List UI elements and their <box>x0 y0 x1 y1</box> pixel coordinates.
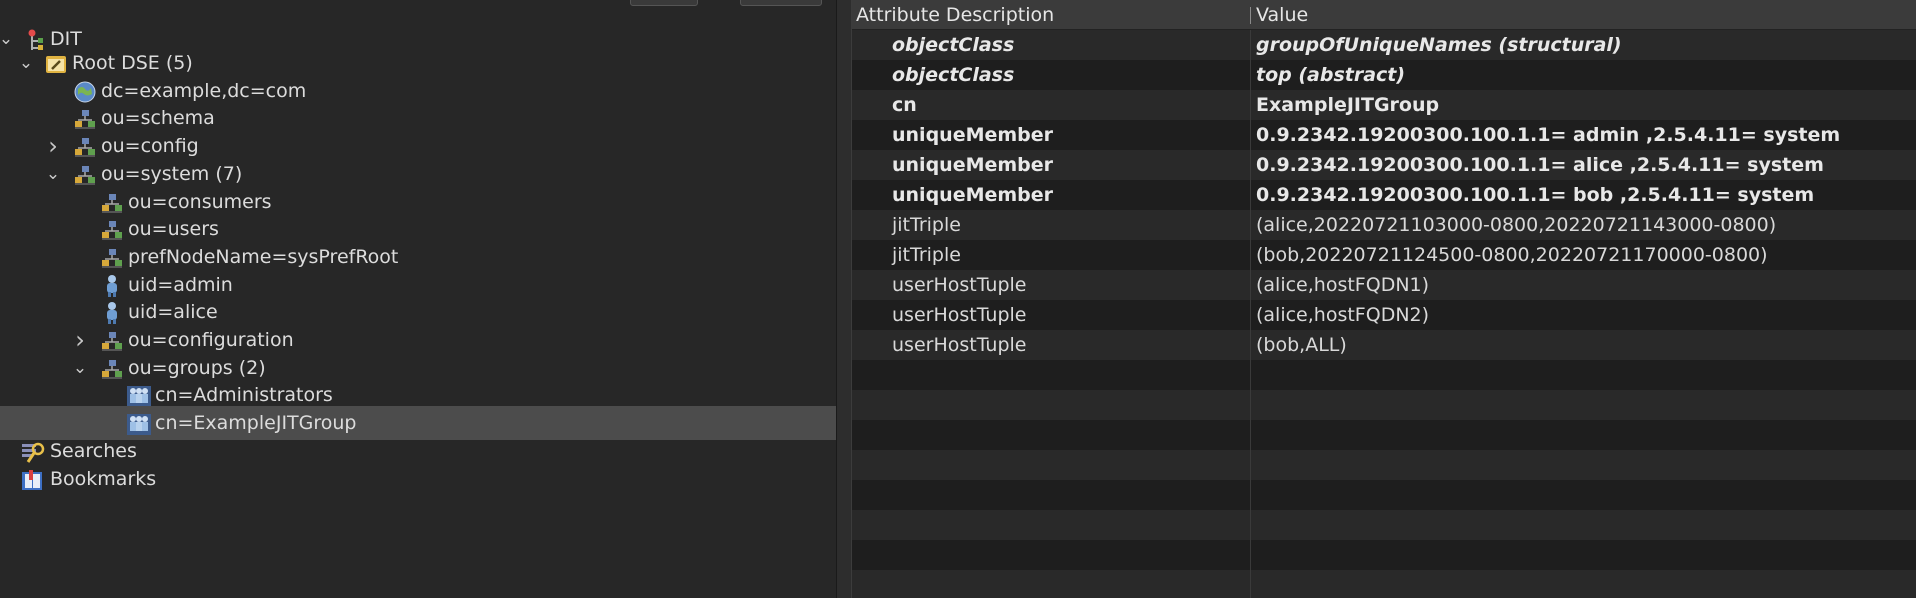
group-icon <box>127 384 151 408</box>
tree-row-bookmarks[interactable]: Bookmarks <box>0 462 836 496</box>
tree-node-label: uid=alice <box>128 301 218 324</box>
table-row[interactable]: jitTriple (alice,20220721103000-0800,2022… <box>852 210 1916 240</box>
tree-node-label: ou=users <box>128 218 219 241</box>
table-row[interactable]: uniqueMember 0.9.2342.19200300.100.1.1= a… <box>852 120 1916 150</box>
attribute-name: jitTriple <box>892 214 961 236</box>
table-row[interactable]: userHostTuple (alice,hostFQDN2) <box>852 300 1916 330</box>
attribute-name: objectClass <box>892 64 1015 86</box>
attribute-name: jitTriple <box>892 244 961 266</box>
table-row[interactable]: uniqueMember 0.9.2342.19200300.100.1.1= a… <box>852 150 1916 180</box>
org-unit-icon <box>100 329 124 353</box>
tree-node-label: ou=system (7) <box>101 162 243 185</box>
table-row[interactable]: userHostTuple (alice,hostFQDN1) <box>852 270 1916 300</box>
org-unit-icon <box>73 163 97 187</box>
empty-table-row <box>852 570 1916 598</box>
empty-table-row <box>852 540 1916 570</box>
org-unit-icon <box>100 246 124 270</box>
bookmarks-icon <box>20 468 44 492</box>
attribute-name: cn <box>892 94 917 116</box>
column-header-attribute[interactable]: Attribute Description <box>856 0 1054 30</box>
attribute-name: uniqueMember <box>892 124 1054 146</box>
attribute-value[interactable]: (alice,hostFQDN1) <box>1256 270 1429 300</box>
column-separator[interactable] <box>1250 7 1251 24</box>
tree-node-label: ou=config <box>101 135 199 158</box>
tree-node-label: ou=configuration <box>128 329 294 351</box>
attribute-value[interactable]: ExampleJITGroup <box>1256 90 1439 120</box>
table-row[interactable]: uniqueMember 0.9.2342.19200300.100.1.1= b… <box>852 180 1916 210</box>
org-unit-icon <box>73 107 97 131</box>
searches-icon <box>20 440 45 464</box>
tree-node-label: ou=groups (2) <box>128 356 266 379</box>
attribute-name: uniqueMember <box>892 184 1054 206</box>
tree-node-label: prefNodeName=sysPrefRoot <box>128 245 399 268</box>
attribute-name: userHostTuple <box>892 334 1027 356</box>
attribute-value[interactable]: 0.9.2342.19200300.100.1.1= bob ,2.5.4.11… <box>1256 180 1814 210</box>
attribute-name: objectClass <box>892 34 1015 56</box>
table-row[interactable]: objectClass top (abstract) <box>852 60 1916 90</box>
attribute-name: userHostTuple <box>892 274 1027 296</box>
person-icon <box>100 274 124 298</box>
group-icon <box>127 412 151 436</box>
tree-node-label: uid=admin <box>128 273 233 296</box>
attribute-table: Attribute Description Value objectClass g… <box>852 0 1916 598</box>
table-row[interactable]: objectClass groupOfUniqueNames (structura… <box>852 30 1916 60</box>
pane-splitter[interactable] <box>836 0 852 598</box>
attribute-value[interactable]: (alice,20220721103000-0800,2022072114300… <box>1256 210 1776 240</box>
attribute-value[interactable]: 0.9.2342.19200300.100.1.1= alice ,2.5.4.… <box>1256 150 1824 180</box>
dit-tree-pane: ⌄ DIT ⌄ Root DSE (5) dc=example,dc=com ou=s… <box>0 0 836 598</box>
tree-node-label: Root DSE (5) <box>72 52 193 74</box>
attribute-value[interactable]: top (abstract) <box>1256 60 1405 90</box>
org-unit-icon <box>100 357 124 381</box>
tree-node-label: ou=consumers <box>128 190 272 213</box>
table-row[interactable]: userHostTuple (bob,ALL) <box>852 330 1916 360</box>
column-divider <box>1250 30 1251 598</box>
tree-node-label: dc=example,dc=com <box>101 79 307 102</box>
column-header-value[interactable]: Value <box>1256 0 1308 30</box>
org-unit-icon <box>100 191 124 215</box>
empty-table-row <box>852 450 1916 480</box>
empty-table-row <box>852 510 1916 540</box>
attribute-value[interactable]: 0.9.2342.19200300.100.1.1= admin ,2.5.4.… <box>1256 120 1840 150</box>
org-unit-icon <box>100 218 124 242</box>
table-row[interactable]: cn ExampleJITGroup <box>852 90 1916 120</box>
attribute-value[interactable]: (bob,ALL) <box>1256 330 1347 360</box>
attribute-value[interactable]: (alice,hostFQDN2) <box>1256 300 1429 330</box>
tree-node-label: ou=schema <box>101 107 215 130</box>
searches-label: Searches <box>50 440 137 462</box>
toolbar-button[interactable] <box>630 0 698 6</box>
bookmarks-label: Bookmarks <box>50 468 157 490</box>
attribute-value[interactable]: (bob,20220721124500-0800,20220721170000-… <box>1256 240 1768 270</box>
root-dse-icon <box>44 52 68 76</box>
attribute-name: userHostTuple <box>892 304 1027 326</box>
empty-table-row <box>852 390 1916 420</box>
attribute-value[interactable]: groupOfUniqueNames (structural) <box>1256 30 1622 60</box>
tree-node-label: cn=ExampleJITGroup <box>155 412 357 435</box>
toolbar-button[interactable] <box>740 0 822 6</box>
empty-table-row <box>852 360 1916 390</box>
org-unit-icon <box>73 135 97 159</box>
tree-node-label: cn=Administrators <box>155 384 333 407</box>
person-icon <box>100 301 124 325</box>
empty-table-row <box>852 420 1916 450</box>
empty-table-row <box>852 480 1916 510</box>
table-row[interactable]: jitTriple (bob,20220721124500-0800,202207… <box>852 240 1916 270</box>
table-header: Attribute Description Value <box>852 0 1916 30</box>
attribute-name: uniqueMember <box>892 154 1054 176</box>
globe-icon <box>73 80 97 104</box>
